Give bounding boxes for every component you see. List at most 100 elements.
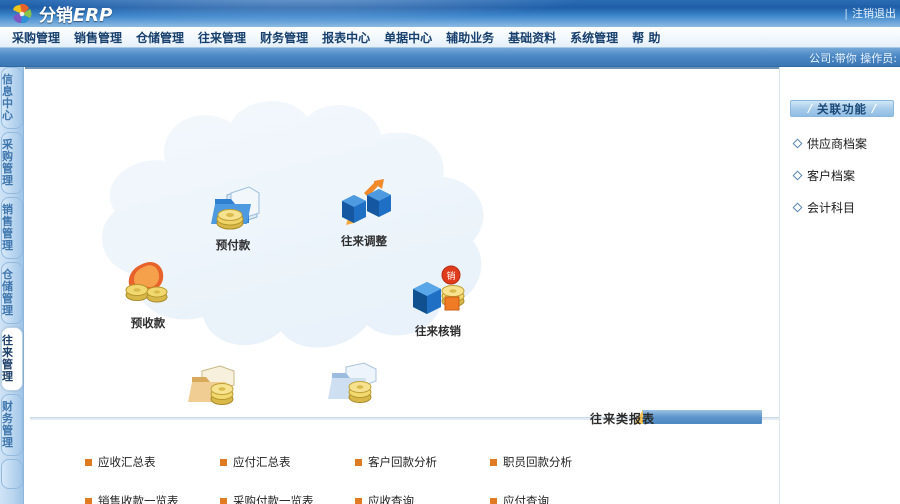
sidebar-item-purchase[interactable]: 采购管理 bbox=[1, 132, 23, 194]
bullet-square-icon bbox=[85, 497, 92, 504]
blue-folder-coins-icon bbox=[190, 179, 276, 235]
related-label-accounting-subject: 会计科目 bbox=[807, 201, 856, 215]
bullet-square-icon bbox=[490, 497, 497, 504]
app-logo: 分销ERP bbox=[10, 1, 112, 26]
module-sidebar: 信息中心 采购管理 销售管理 仓储管理 往来管理 财务管理 bbox=[0, 67, 24, 504]
menu-item-purchase[interactable]: 采购管理 bbox=[5, 27, 67, 48]
svg-text:销: 销 bbox=[446, 270, 455, 282]
report-link-sales-receipt-list[interactable]: 销售收款一览表 bbox=[85, 493, 220, 504]
report-link-ap-query[interactable]: 应付查询 bbox=[490, 493, 625, 504]
report-label-ap-query: 应付查询 bbox=[503, 494, 549, 504]
menu-item-basic-data[interactable]: 基础资料 bbox=[501, 27, 563, 48]
sidebar-item-finance[interactable]: 财务管理 bbox=[1, 394, 23, 456]
flow-node-label-writeoff: 往来核销 bbox=[415, 324, 461, 338]
flow-node-prepayment[interactable]: 预付款 bbox=[190, 179, 276, 253]
related-functions-title: 关联功能 bbox=[817, 101, 867, 116]
app-name-cn: 分销 bbox=[39, 6, 73, 26]
main-menu-bar: 采购管理 销售管理 仓储管理 往来管理 财务管理 报表中心 单据中心 辅助业务 … bbox=[0, 27, 900, 48]
app-name-erp: ERP bbox=[73, 5, 113, 26]
sidebar-label-ar-ap: 往来管理 bbox=[2, 334, 13, 383]
related-label-supplier-file: 供应商档案 bbox=[807, 137, 868, 151]
related-link-accounting-subject[interactable]: 会计科目 bbox=[792, 199, 856, 216]
bullet-square-icon bbox=[220, 497, 227, 504]
report-link-customer-collection-analysis[interactable]: 客户回款分析 bbox=[355, 454, 490, 470]
menu-item-sales[interactable]: 销售管理 bbox=[67, 27, 129, 48]
related-functions-panel: / 关联功能 / 供应商档案 客户档案 会计科目 bbox=[779, 67, 900, 504]
lightblue-folder-coins-icon bbox=[310, 357, 396, 413]
menu-item-auxiliary[interactable]: 辅助业务 bbox=[439, 27, 501, 48]
flow-node-sales-receipt[interactable]: 销售收款 bbox=[170, 359, 256, 417]
sidebar-label-sales: 销售管理 bbox=[2, 203, 13, 252]
menu-item-warehouse[interactable]: 仓储管理 bbox=[129, 27, 191, 48]
diamond-bullet-icon bbox=[792, 202, 803, 213]
bullet-square-icon bbox=[355, 458, 362, 466]
flow-node-label-adjustment: 往来调整 bbox=[341, 234, 387, 248]
titlebar-actions: | 注销退出 bbox=[844, 5, 896, 21]
titlebar-separator: | bbox=[844, 6, 848, 20]
bullet-square-icon bbox=[85, 458, 92, 466]
diamond-bullet-icon bbox=[792, 170, 803, 181]
sidebar-item-ar-ap[interactable]: 往来管理 bbox=[1, 327, 23, 391]
workspace: 预付款 往来调整 预收款 销 往来核销 往来类报表 应收汇总表 应付汇总表 客户… bbox=[25, 67, 900, 504]
report-label-sales-receipt-list: 销售收款一览表 bbox=[98, 494, 179, 504]
related-label-customer-file: 客户档案 bbox=[807, 169, 856, 183]
slash-decoration-icon: / bbox=[870, 102, 878, 115]
sidebar-item-warehouse[interactable]: 仓储管理 bbox=[1, 262, 23, 324]
reports-section-header: 往来类报表 bbox=[590, 407, 765, 427]
bullet-square-icon bbox=[355, 497, 362, 504]
logout-link[interactable]: 注销退出 bbox=[852, 5, 896, 21]
bullet-square-icon bbox=[490, 458, 497, 466]
report-label-ap-summary: 应付汇总表 bbox=[233, 455, 291, 469]
report-link-ar-query[interactable]: 应收查询 bbox=[355, 493, 490, 504]
sidebar-item-info-center[interactable]: 信息中心 bbox=[1, 67, 23, 129]
report-link-staff-collection-analysis[interactable]: 职员回款分析 bbox=[490, 454, 625, 470]
menu-item-help[interactable]: 帮 助 bbox=[625, 27, 667, 48]
flow-node-adjustment[interactable]: 往来调整 bbox=[321, 175, 407, 249]
report-label-purchase-payment-list: 采购付款一览表 bbox=[233, 494, 314, 504]
sidebar-item-next[interactable] bbox=[1, 459, 23, 489]
sidebar-label-finance: 财务管理 bbox=[2, 400, 13, 449]
company-operator-text: 公司:带你 操作员: bbox=[809, 52, 897, 65]
menu-item-ar-ap[interactable]: 往来管理 bbox=[191, 27, 253, 48]
sidebar-label-purchase: 采购管理 bbox=[2, 138, 13, 187]
flow-canvas: 预付款 往来调整 预收款 销 往来核销 bbox=[25, 69, 796, 417]
erp-application-window: 分销ERP | 注销退出 采购管理 销售管理 仓储管理 往来管理 财务管理 报表… bbox=[0, 0, 900, 504]
bullet-square-icon bbox=[220, 458, 227, 466]
pinwheel-logo-icon bbox=[10, 2, 34, 26]
report-link-ap-summary[interactable]: 应付汇总表 bbox=[220, 454, 355, 470]
menu-item-system[interactable]: 系统管理 bbox=[563, 27, 625, 48]
flow-node-payment-voucher[interactable]: 付款单 bbox=[310, 357, 396, 417]
slash-decoration-icon: / bbox=[806, 102, 814, 115]
diamond-bullet-icon bbox=[792, 138, 803, 149]
related-functions-header: / 关联功能 / bbox=[790, 100, 894, 117]
menu-item-documents[interactable]: 单据中心 bbox=[377, 27, 439, 48]
sidebar-label-info-center: 信息中心 bbox=[2, 73, 13, 122]
gold-folder-coins-icon bbox=[170, 359, 256, 415]
reports-section-title: 往来类报表 bbox=[590, 412, 656, 426]
reports-header-bar bbox=[642, 410, 762, 424]
report-label-staff-collection-analysis: 职员回款分析 bbox=[503, 455, 572, 469]
blue-cube-coins-badge-icon: 销 bbox=[395, 265, 481, 321]
title-bar: 分销ERP | 注销退出 bbox=[0, 0, 900, 27]
orange-coins-icon bbox=[105, 257, 191, 313]
report-link-ar-summary[interactable]: 应收汇总表 bbox=[85, 454, 220, 470]
app-title: 分销ERP bbox=[39, 1, 112, 26]
flow-node-label-prepayment: 预付款 bbox=[215, 238, 251, 252]
report-label-ar-summary: 应收汇总表 bbox=[98, 455, 156, 469]
blue-cubes-arrows-icon bbox=[321, 175, 407, 231]
sidebar-label-warehouse: 仓储管理 bbox=[2, 268, 13, 317]
cloud-background-shape bbox=[101, 101, 484, 348]
reports-link-grid: 应收汇总表 应付汇总表 客户回款分析 职员回款分析 销售收款一览表 采购付款一览… bbox=[85, 454, 785, 504]
related-link-supplier-file[interactable]: 供应商档案 bbox=[792, 135, 868, 152]
related-link-customer-file[interactable]: 客户档案 bbox=[792, 167, 856, 184]
sidebar-item-sales[interactable]: 销售管理 bbox=[1, 197, 23, 259]
menu-item-finance[interactable]: 财务管理 bbox=[253, 27, 315, 48]
flow-node-advance-receipt[interactable]: 预收款 bbox=[105, 257, 191, 331]
menu-item-reports[interactable]: 报表中心 bbox=[315, 27, 377, 48]
report-label-customer-collection-analysis: 客户回款分析 bbox=[368, 455, 437, 469]
flow-node-writeoff[interactable]: 销 往来核销 bbox=[395, 265, 481, 339]
report-label-ar-query: 应收查询 bbox=[368, 494, 414, 504]
report-link-purchase-payment-list[interactable]: 采购付款一览表 bbox=[220, 493, 355, 504]
company-info-bar: 公司:带你 操作员: bbox=[0, 48, 900, 67]
flow-node-label-advance-receipt: 预收款 bbox=[130, 316, 166, 330]
